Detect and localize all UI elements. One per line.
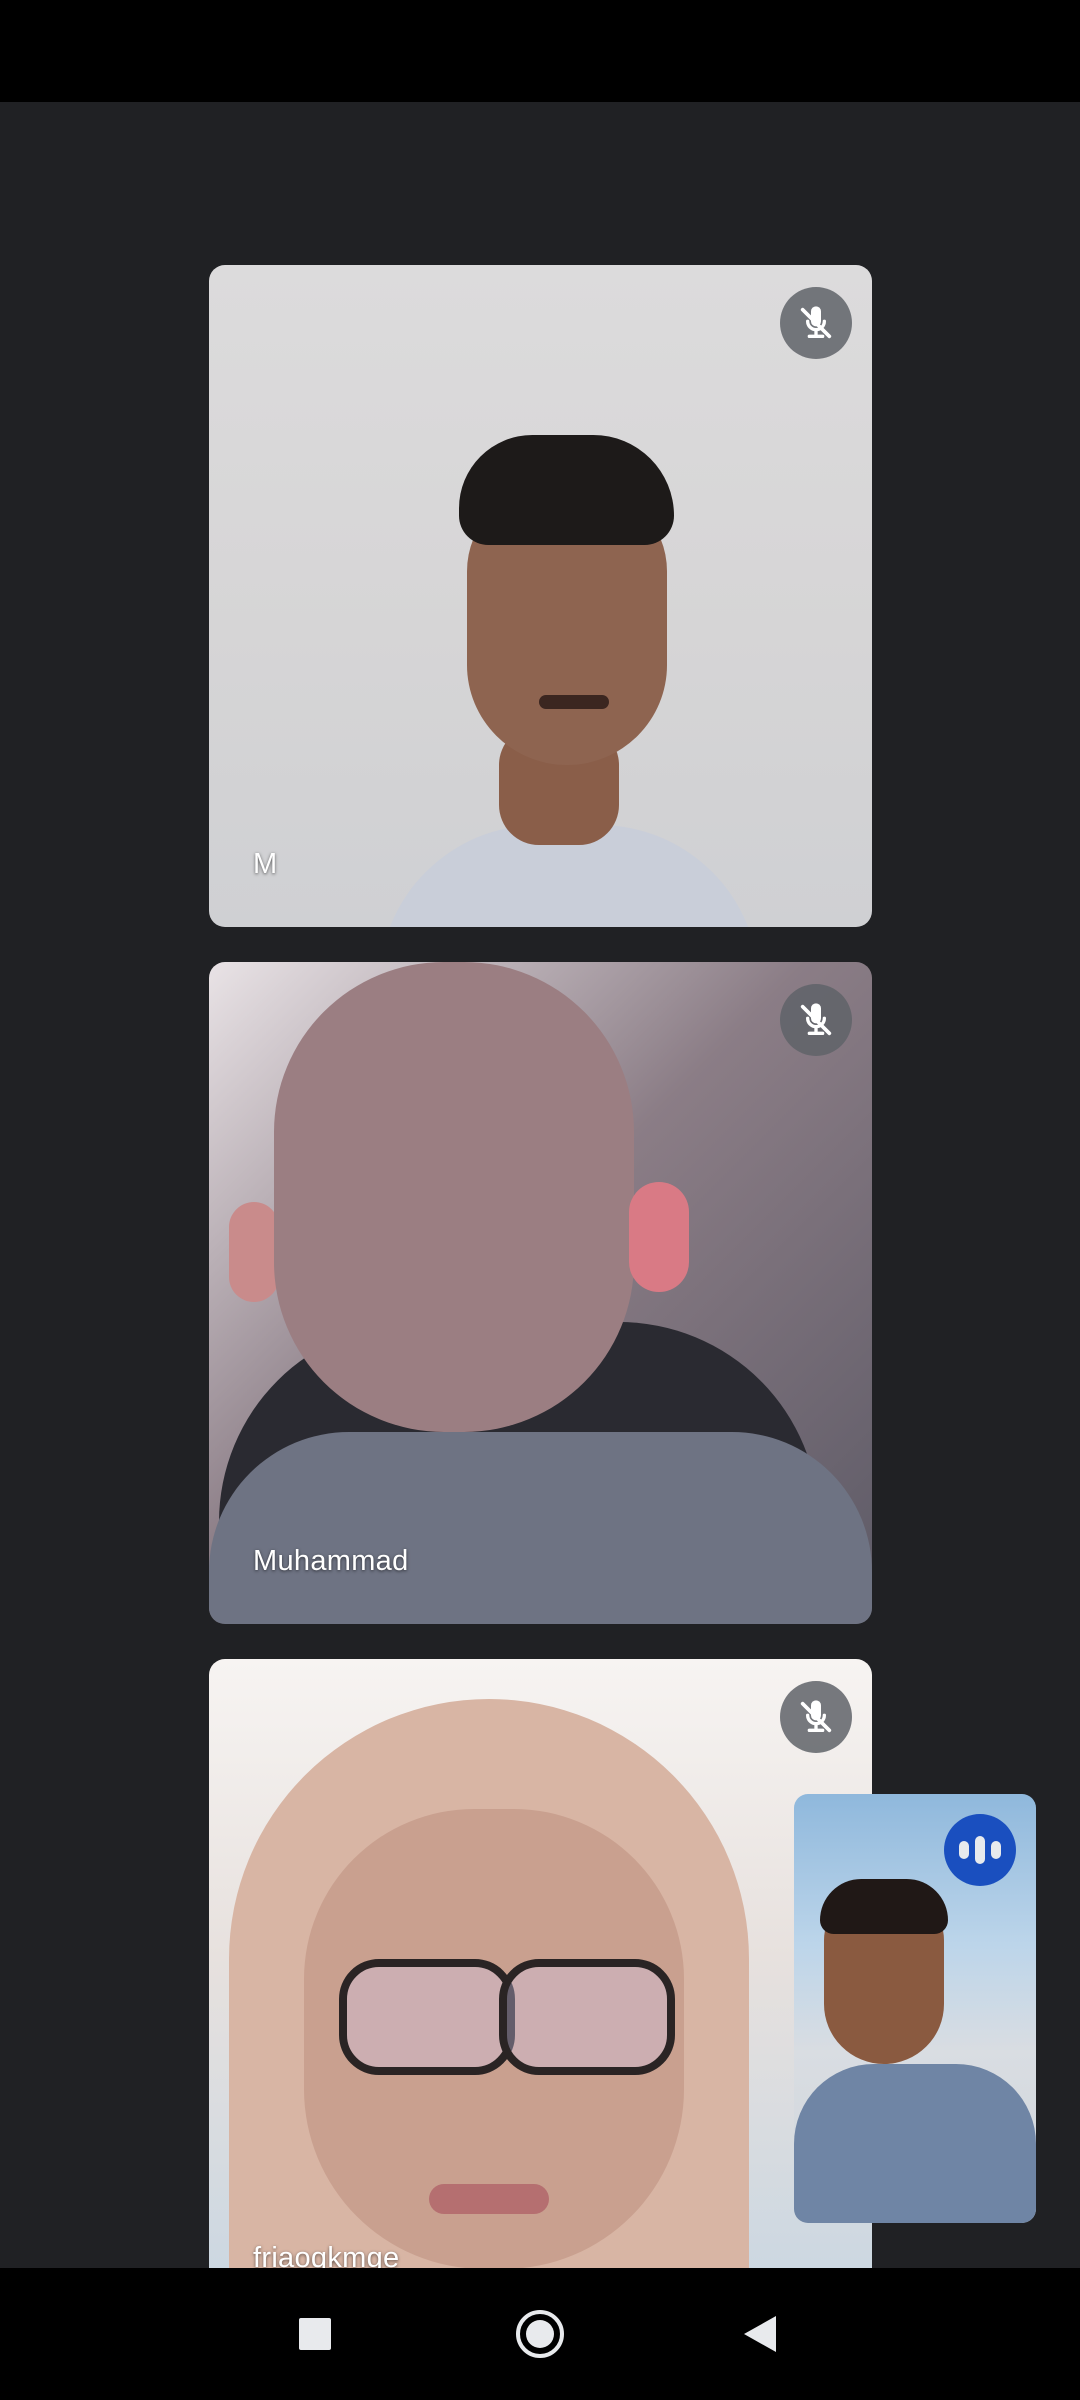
participant-tile[interactable]: M	[209, 265, 872, 927]
participant-video-lips	[429, 2184, 549, 2214]
participant-video-shirt	[209, 1432, 872, 1624]
mic-off-icon	[780, 1681, 852, 1753]
self-view-tile[interactable]	[794, 1794, 1036, 2223]
participant-video-ear	[629, 1182, 689, 1292]
home-button[interactable]	[510, 2304, 570, 2364]
meeting-stage: M Muhammad friaoqkmge	[0, 102, 1080, 2321]
participant-name: Muhammad	[253, 1545, 409, 1577]
triangle-back-icon	[744, 2316, 776, 2352]
participant-video-face	[274, 962, 634, 1432]
participant-video-glasses	[339, 1959, 515, 2075]
participant-tile[interactable]: Muhammad	[209, 962, 872, 1624]
participant-video-ear	[229, 1202, 279, 1302]
audio-level-bar	[959, 1841, 969, 1859]
audio-level-bar	[991, 1841, 1001, 1859]
participant-tile[interactable]: friaoqkmge	[209, 1659, 872, 2321]
circle-icon	[516, 2310, 564, 2358]
self-video-hair	[820, 1879, 948, 1934]
participant-name: M	[253, 848, 278, 880]
status-bar	[0, 0, 1080, 102]
self-video-shirt	[794, 2064, 1036, 2223]
participant-video-mouth	[539, 695, 609, 709]
mic-off-icon	[780, 287, 852, 359]
system-navigation-bar	[0, 2268, 1080, 2400]
square-icon	[299, 2318, 331, 2350]
audio-level-bar	[975, 1836, 985, 1864]
recents-button[interactable]	[285, 2304, 345, 2364]
participant-video-hair	[459, 435, 674, 545]
participant-video-glasses	[499, 1959, 675, 2075]
audio-level-icon	[944, 1814, 1016, 1886]
back-button[interactable]	[730, 2304, 790, 2364]
mic-off-icon	[780, 984, 852, 1056]
